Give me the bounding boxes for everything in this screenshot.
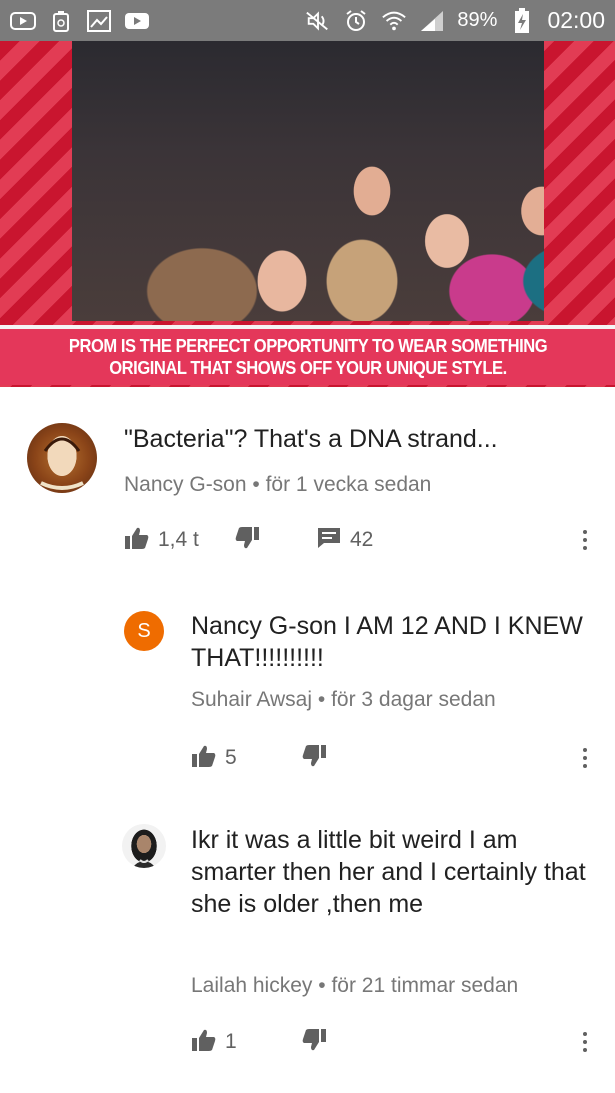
comment-thread: "Bacteria"? That's a DNA strand... Nancy… [0,387,615,592]
more-options-button[interactable] [573,1026,597,1058]
more-vert-dot [583,546,587,550]
meta-separator: • [318,974,326,997]
recycle-icon [48,10,74,32]
dislike-button[interactable] [234,524,260,556]
comment-author[interactable]: Suhair Awsaj [191,688,312,711]
like-count: 5 [225,746,237,769]
more-options-button[interactable] [573,524,597,556]
like-button[interactable]: 1,4 t [124,524,199,556]
youtube-icon [124,10,150,32]
status-bar-notifications [10,9,150,32]
comment-time: för 3 dagar sedan [331,688,496,711]
dislike-button[interactable] [301,742,327,774]
thumbs-down-icon [301,744,327,773]
more-vert-icon [583,748,587,752]
more-vert-dot [583,1048,587,1052]
dislike-button[interactable] [301,1026,327,1058]
avatar[interactable]: S [124,611,164,651]
gallery-icon [86,9,112,32]
avatar[interactable] [122,824,166,868]
more-vert-dot [583,764,587,768]
thumbs-up-icon [124,526,150,555]
comment-reply: S Nancy G-son I AM 12 AND I KNEW THAT!!!… [0,592,615,802]
alarm-icon [343,9,369,32]
comment-meta: Lailah hickey • för 21 timmar sedan [191,974,518,998]
more-vert-dot [583,756,587,760]
comment-author[interactable]: Lailah hickey [191,974,312,997]
video-caption-banner: PROM IS THE PERFECT OPPORTUNITY TO WEAR … [0,325,615,385]
more-options-button[interactable] [573,742,597,774]
comment-actions: 1,4 t 42 [124,524,615,556]
comment-text: Nancy G-son I AM 12 AND I KNEW THAT!!!!!… [191,612,583,672]
comment-reply: Ikr it was a little bit weird I am smart… [0,802,615,1093]
youtube-icon [10,10,36,32]
reply-count: 42 [350,528,374,551]
more-vert-dot [583,538,587,542]
comment-icon [316,526,342,555]
battery-percent: 89% [457,9,498,31]
thumbs-down-icon [301,1028,327,1057]
comment-time: för 21 timmar sedan [331,974,519,997]
video-caption: PROM IS THE PERFECT OPPORTUNITY TO WEAR … [68,335,547,379]
meta-separator: • [252,473,260,496]
thumbs-up-icon [191,744,217,773]
avatar-portrait-icon [132,859,156,868]
comment-text: "Bacteria"? That's a DNA strand... [124,425,498,453]
video-player[interactable]: PROM IS THE PERFECT OPPORTUNITY TO WEAR … [0,41,615,387]
comment-actions: 1 [191,1026,615,1058]
status-bar-system: 89% 02:00 [305,7,605,34]
clock: 02:00 [547,7,605,33]
more-vert-icon [583,1032,587,1036]
avatar-letter: S [137,619,151,642]
like-button[interactable]: 1 [191,1026,237,1058]
like-count: 1 [225,1030,237,1053]
video-caption-line-1: PROM IS THE PERFECT OPPORTUNITY TO WEAR … [68,336,547,356]
avatar[interactable] [27,423,97,493]
video-caption-line-2: ORIGINAL THAT SHOWS OFF YOUR UNIQUE STYL… [108,358,507,378]
like-button[interactable]: 5 [191,742,237,774]
comment-actions: 5 [191,742,615,774]
signal-icon [419,10,445,32]
comment-text: Ikr it was a little bit weird I am smart… [191,826,586,918]
thumbs-up-icon [191,1028,217,1057]
video-frame-photo [72,41,544,321]
avatar-portrait-icon [40,437,84,490]
meta-separator: • [317,688,326,711]
comment-author[interactable]: Nancy G-son [124,473,247,496]
more-vert-icon [583,530,587,534]
status-bar: 89% 02:00 [0,0,615,41]
comment-meta: Suhair Awsaj • för 3 dagar sedan [191,688,496,712]
comment-time: för 1 vecka sedan [265,473,432,496]
reply-button[interactable]: 42 [316,524,373,556]
thumbs-down-icon [234,526,260,555]
mute-icon [305,10,331,32]
battery-charging-icon [509,7,535,33]
wifi-icon [381,10,407,32]
like-count: 1,4 t [158,528,199,551]
more-vert-dot [583,1040,587,1044]
comment-meta: Nancy G-son • för 1 vecka sedan [124,473,431,497]
